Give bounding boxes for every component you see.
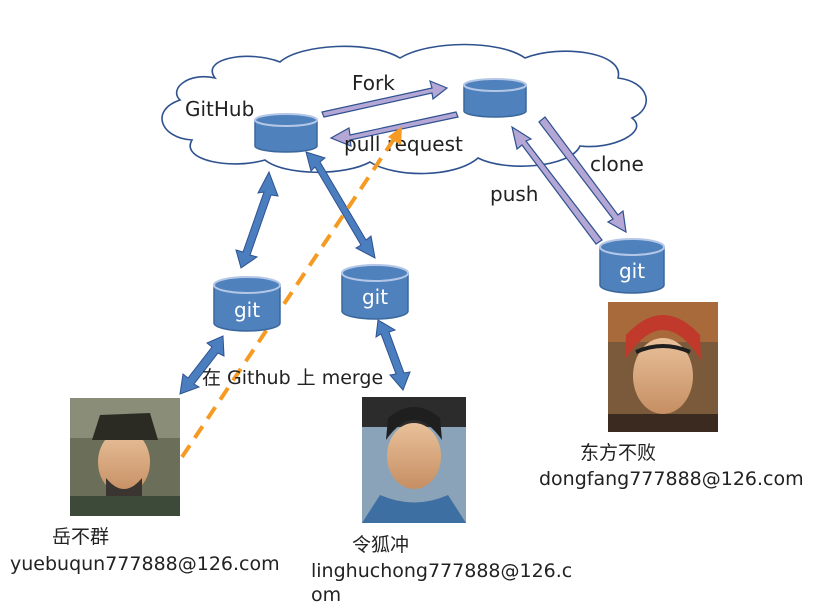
linghu-name: 令狐冲 <box>352 534 409 556</box>
yue-name: 岳不群 <box>52 526 109 548</box>
github-origin-repo-icon <box>254 113 318 153</box>
github-label: GitHub <box>185 97 254 121</box>
linghu-email-line1: linghuchong777888@126.c <box>311 560 572 582</box>
dongfang-name: 东方不败 <box>580 442 656 464</box>
git-workflow-diagram: GitHub Fork pull request clone push git … <box>10 43 804 606</box>
github-forked-repo-icon <box>463 78 527 118</box>
linghu-git-label: git <box>362 285 388 309</box>
merge-label: 在 Github 上 merge <box>202 367 383 389</box>
dongfang-photo <box>608 302 718 432</box>
yue-photo <box>70 398 180 516</box>
linghu-photo <box>362 397 466 523</box>
dongfang-local-repo-icon: git <box>599 238 665 294</box>
linghu-email-line2: om <box>311 584 341 606</box>
yue-git-label: git <box>234 298 260 322</box>
dongfang-git-label: git <box>619 259 645 283</box>
yue-email: yuebuqun777888@126.com <box>10 553 280 575</box>
fork-label: Fork <box>352 71 395 95</box>
push-label: push <box>490 182 538 206</box>
sync-arrow-github-yue <box>235 170 279 269</box>
dongfang-email: dongfang777888@126.com <box>539 468 804 490</box>
linghu-local-repo-icon: git <box>341 264 409 320</box>
yue-local-repo-icon: git <box>213 276 281 332</box>
pull-request-label: pull request <box>344 132 463 156</box>
clone-label: clone <box>590 152 644 176</box>
